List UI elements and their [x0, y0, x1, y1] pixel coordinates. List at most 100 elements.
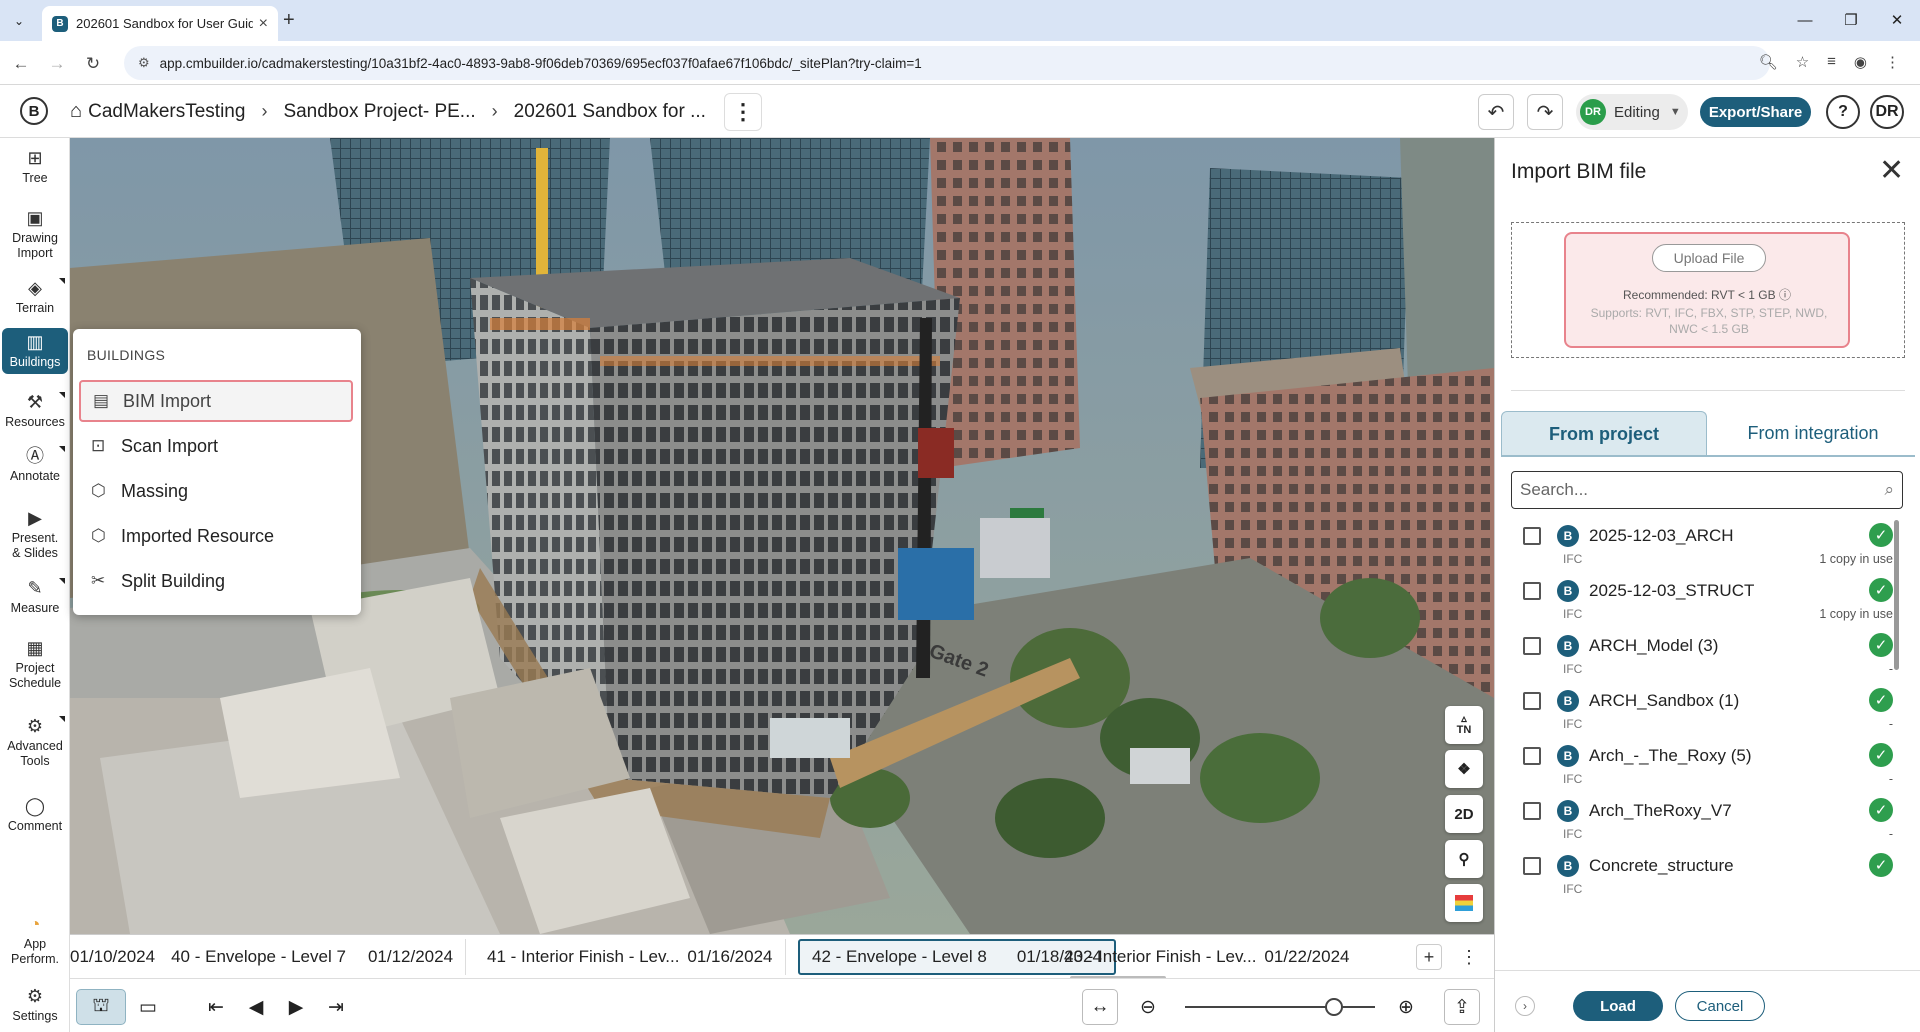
check-icon: ✓: [1869, 578, 1893, 602]
layers-view-icon[interactable]: ❖: [1445, 750, 1483, 788]
browser-menu-icon[interactable]: ⋮: [1885, 53, 1900, 71]
toolbar-measure[interactable]: ✎ Measure: [2, 578, 68, 616]
timeline-menu-icon[interactable]: ⋮: [1456, 944, 1482, 970]
restore-icon[interactable]: ❐: [1828, 6, 1874, 34]
toolbar-settings[interactable]: ⚙ Settings: [2, 986, 68, 1024]
file-dropzone[interactable]: Upload File Recommended: RVT < 1 GB ⓘ Su…: [1511, 222, 1905, 358]
list-item[interactable]: B Concrete_structure ✓ IFC: [1511, 847, 1905, 902]
profile-icon[interactable]: ◉: [1854, 53, 1867, 71]
presentation-icon[interactable]: ▭: [130, 989, 166, 1025]
load-button[interactable]: Load: [1573, 991, 1663, 1021]
new-tab-icon[interactable]: +: [283, 9, 295, 32]
toolbar-comment[interactable]: ◯ Comment: [2, 796, 68, 834]
media-icon[interactable]: ≡: [1827, 53, 1836, 71]
checkbox[interactable]: [1523, 637, 1541, 655]
toolbar-present-slides[interactable]: ▶ Present. & Slides: [2, 508, 68, 561]
site-info-icon[interactable]: ⚙: [138, 55, 150, 71]
timeline-zoom-slider[interactable]: [1185, 998, 1375, 1016]
close-icon[interactable]: ✕: [1879, 156, 1904, 186]
play-icon[interactable]: ▶: [278, 989, 314, 1025]
menu-item-split-building[interactable]: ✂ Split Building: [79, 560, 353, 602]
north-compass-button[interactable]: ▵ TN: [1445, 706, 1483, 744]
checkbox[interactable]: [1523, 692, 1541, 710]
tab-from-integration[interactable]: From integration: [1713, 411, 1913, 456]
fit-timeline-icon[interactable]: ↔: [1082, 989, 1118, 1025]
search-icon[interactable]: ⌕: [1884, 480, 1894, 500]
export-timeline-icon[interactable]: ⇪: [1444, 989, 1480, 1025]
checkbox[interactable]: [1523, 527, 1541, 545]
menu-item-bim-import[interactable]: ▤ BIM Import: [79, 380, 353, 422]
add-task-icon[interactable]: +: [1416, 944, 1442, 970]
bim-file-icon: B: [1557, 635, 1579, 657]
menu-item-scan-import[interactable]: ⊡ Scan Import: [79, 425, 353, 467]
help-icon[interactable]: ?: [1826, 95, 1860, 129]
breadcrumb-site[interactable]: 202601 Sandbox for ...: [514, 101, 706, 123]
toolbar-buildings[interactable]: ▥ Buildings: [2, 328, 68, 374]
slider-knob[interactable]: [1325, 998, 1343, 1016]
list-item[interactable]: B Arch_-_The_Roxy (5) ✓ IFC -: [1511, 737, 1905, 792]
toolbar-drawing-import[interactable]: ▣ Drawing Import: [2, 208, 68, 261]
breadcrumb-org[interactable]: CadMakersTesting: [88, 101, 245, 123]
color-legend-icon[interactable]: [1445, 884, 1483, 922]
list-item[interactable]: B 2025-12-03_STRUCT ✓ IFC 1 copy in use: [1511, 572, 1905, 627]
site-view-icon[interactable]: ⛫: [76, 989, 126, 1025]
cancel-button[interactable]: Cancel: [1675, 991, 1765, 1021]
home-icon[interactable]: ⌂: [70, 100, 82, 123]
list-item[interactable]: B ARCH_Model (3) ✓ IFC -: [1511, 627, 1905, 682]
toolbar-app-performance[interactable]: ◔ App Perform.: [2, 914, 68, 967]
search-input[interactable]: Search... ⌕: [1511, 471, 1903, 509]
skip-start-icon[interactable]: ⇤: [198, 989, 234, 1025]
street-view-icon[interactable]: ⚲: [1445, 840, 1483, 878]
app-logo[interactable]: B: [20, 97, 48, 125]
tab-from-project[interactable]: From project: [1501, 411, 1707, 456]
menu-item-massing[interactable]: ⬡ Massing: [79, 470, 353, 512]
bookmark-star-icon[interactable]: ☆: [1796, 53, 1809, 71]
timeline-item-43[interactable]: 43 - Interior Finish - Lev... 01/22/2024: [1052, 939, 1362, 975]
redo-icon[interactable]: ↷: [1527, 94, 1563, 130]
skip-end-icon[interactable]: ⇥: [318, 989, 354, 1025]
toolbar-project-schedule[interactable]: ▦ Project Schedule: [2, 638, 68, 691]
browser-tab[interactable]: B 202601 Sandbox for User Guide ×: [42, 6, 278, 41]
list-item[interactable]: B Arch_TheRoxy_V7 ✓ IFC -: [1511, 792, 1905, 847]
checkbox[interactable]: [1523, 857, 1541, 875]
timeline-item-40[interactable]: 01/10/2024 40 - Envelope - Level 7 01/12…: [70, 939, 467, 975]
toolbar-resources[interactable]: ⚒ Resources: [2, 392, 68, 430]
list-item[interactable]: B ARCH_Sandbox (1) ✓ IFC -: [1511, 682, 1905, 737]
checkbox[interactable]: [1523, 747, 1541, 765]
view-2d-button[interactable]: 2D: [1445, 795, 1483, 833]
upload-file-button[interactable]: Upload File: [1652, 244, 1766, 272]
timeline-item-41[interactable]: 41 - Interior Finish - Lev... 01/16/2024: [475, 939, 786, 975]
toolbar-terrain[interactable]: ◈ Terrain: [2, 278, 68, 316]
usage-text: 1 copy in use: [1819, 552, 1893, 566]
close-window-icon[interactable]: ✕: [1874, 6, 1920, 34]
toolbar-advanced-tools[interactable]: ⚙ Advanced Tools: [2, 716, 68, 769]
reload-icon[interactable]: ↻: [80, 51, 106, 77]
zoom-icon[interactable]: 🔍︎: [1759, 53, 1778, 71]
chevron-right-icon[interactable]: ›: [1515, 996, 1535, 1016]
tab-search-chevron-icon[interactable]: ⌄: [8, 10, 30, 32]
list-item[interactable]: B 2025-12-03_ARCH ✓ IFC 1 copy in use: [1511, 517, 1905, 572]
breadcrumb-project[interactable]: Sandbox Project- PE...: [283, 101, 475, 123]
zoom-in-icon[interactable]: ⊕: [1388, 989, 1424, 1025]
panel-footer: › Load Cancel: [1495, 970, 1920, 1032]
step-back-icon[interactable]: ◀: [238, 989, 274, 1025]
zoom-out-icon[interactable]: ⊖: [1130, 989, 1166, 1025]
more-options-icon[interactable]: ⋮: [724, 93, 762, 131]
avatar[interactable]: DR: [1870, 95, 1904, 129]
menu-item-imported-resource[interactable]: ⬡ Imported Resource: [79, 515, 353, 557]
menu-item-label: Massing: [121, 480, 189, 501]
minimize-icon[interactable]: —: [1782, 6, 1828, 34]
close-tab-icon[interactable]: ×: [259, 15, 268, 33]
mode-dropdown[interactable]: DR Editing ▼: [1576, 94, 1688, 130]
toolbar-annotate[interactable]: Ⓐ Annotate: [2, 446, 68, 484]
checkbox[interactable]: [1523, 802, 1541, 820]
file-list-scrollbar[interactable]: [1894, 520, 1899, 670]
undo-icon[interactable]: ↶: [1478, 94, 1514, 130]
upload-area[interactable]: Upload File Recommended: RVT < 1 GB ⓘ Su…: [1564, 232, 1850, 348]
export-share-button[interactable]: Export/Share: [1700, 97, 1811, 127]
checkbox[interactable]: [1523, 582, 1541, 600]
url-field[interactable]: ⚙ app.cmbuilder.io/cadmakerstesting/10a3…: [124, 46, 1770, 80]
toolbar-tree[interactable]: ⊞ Tree: [2, 148, 68, 186]
back-icon[interactable]: ←: [8, 51, 34, 77]
forward-icon[interactable]: →: [44, 51, 70, 77]
